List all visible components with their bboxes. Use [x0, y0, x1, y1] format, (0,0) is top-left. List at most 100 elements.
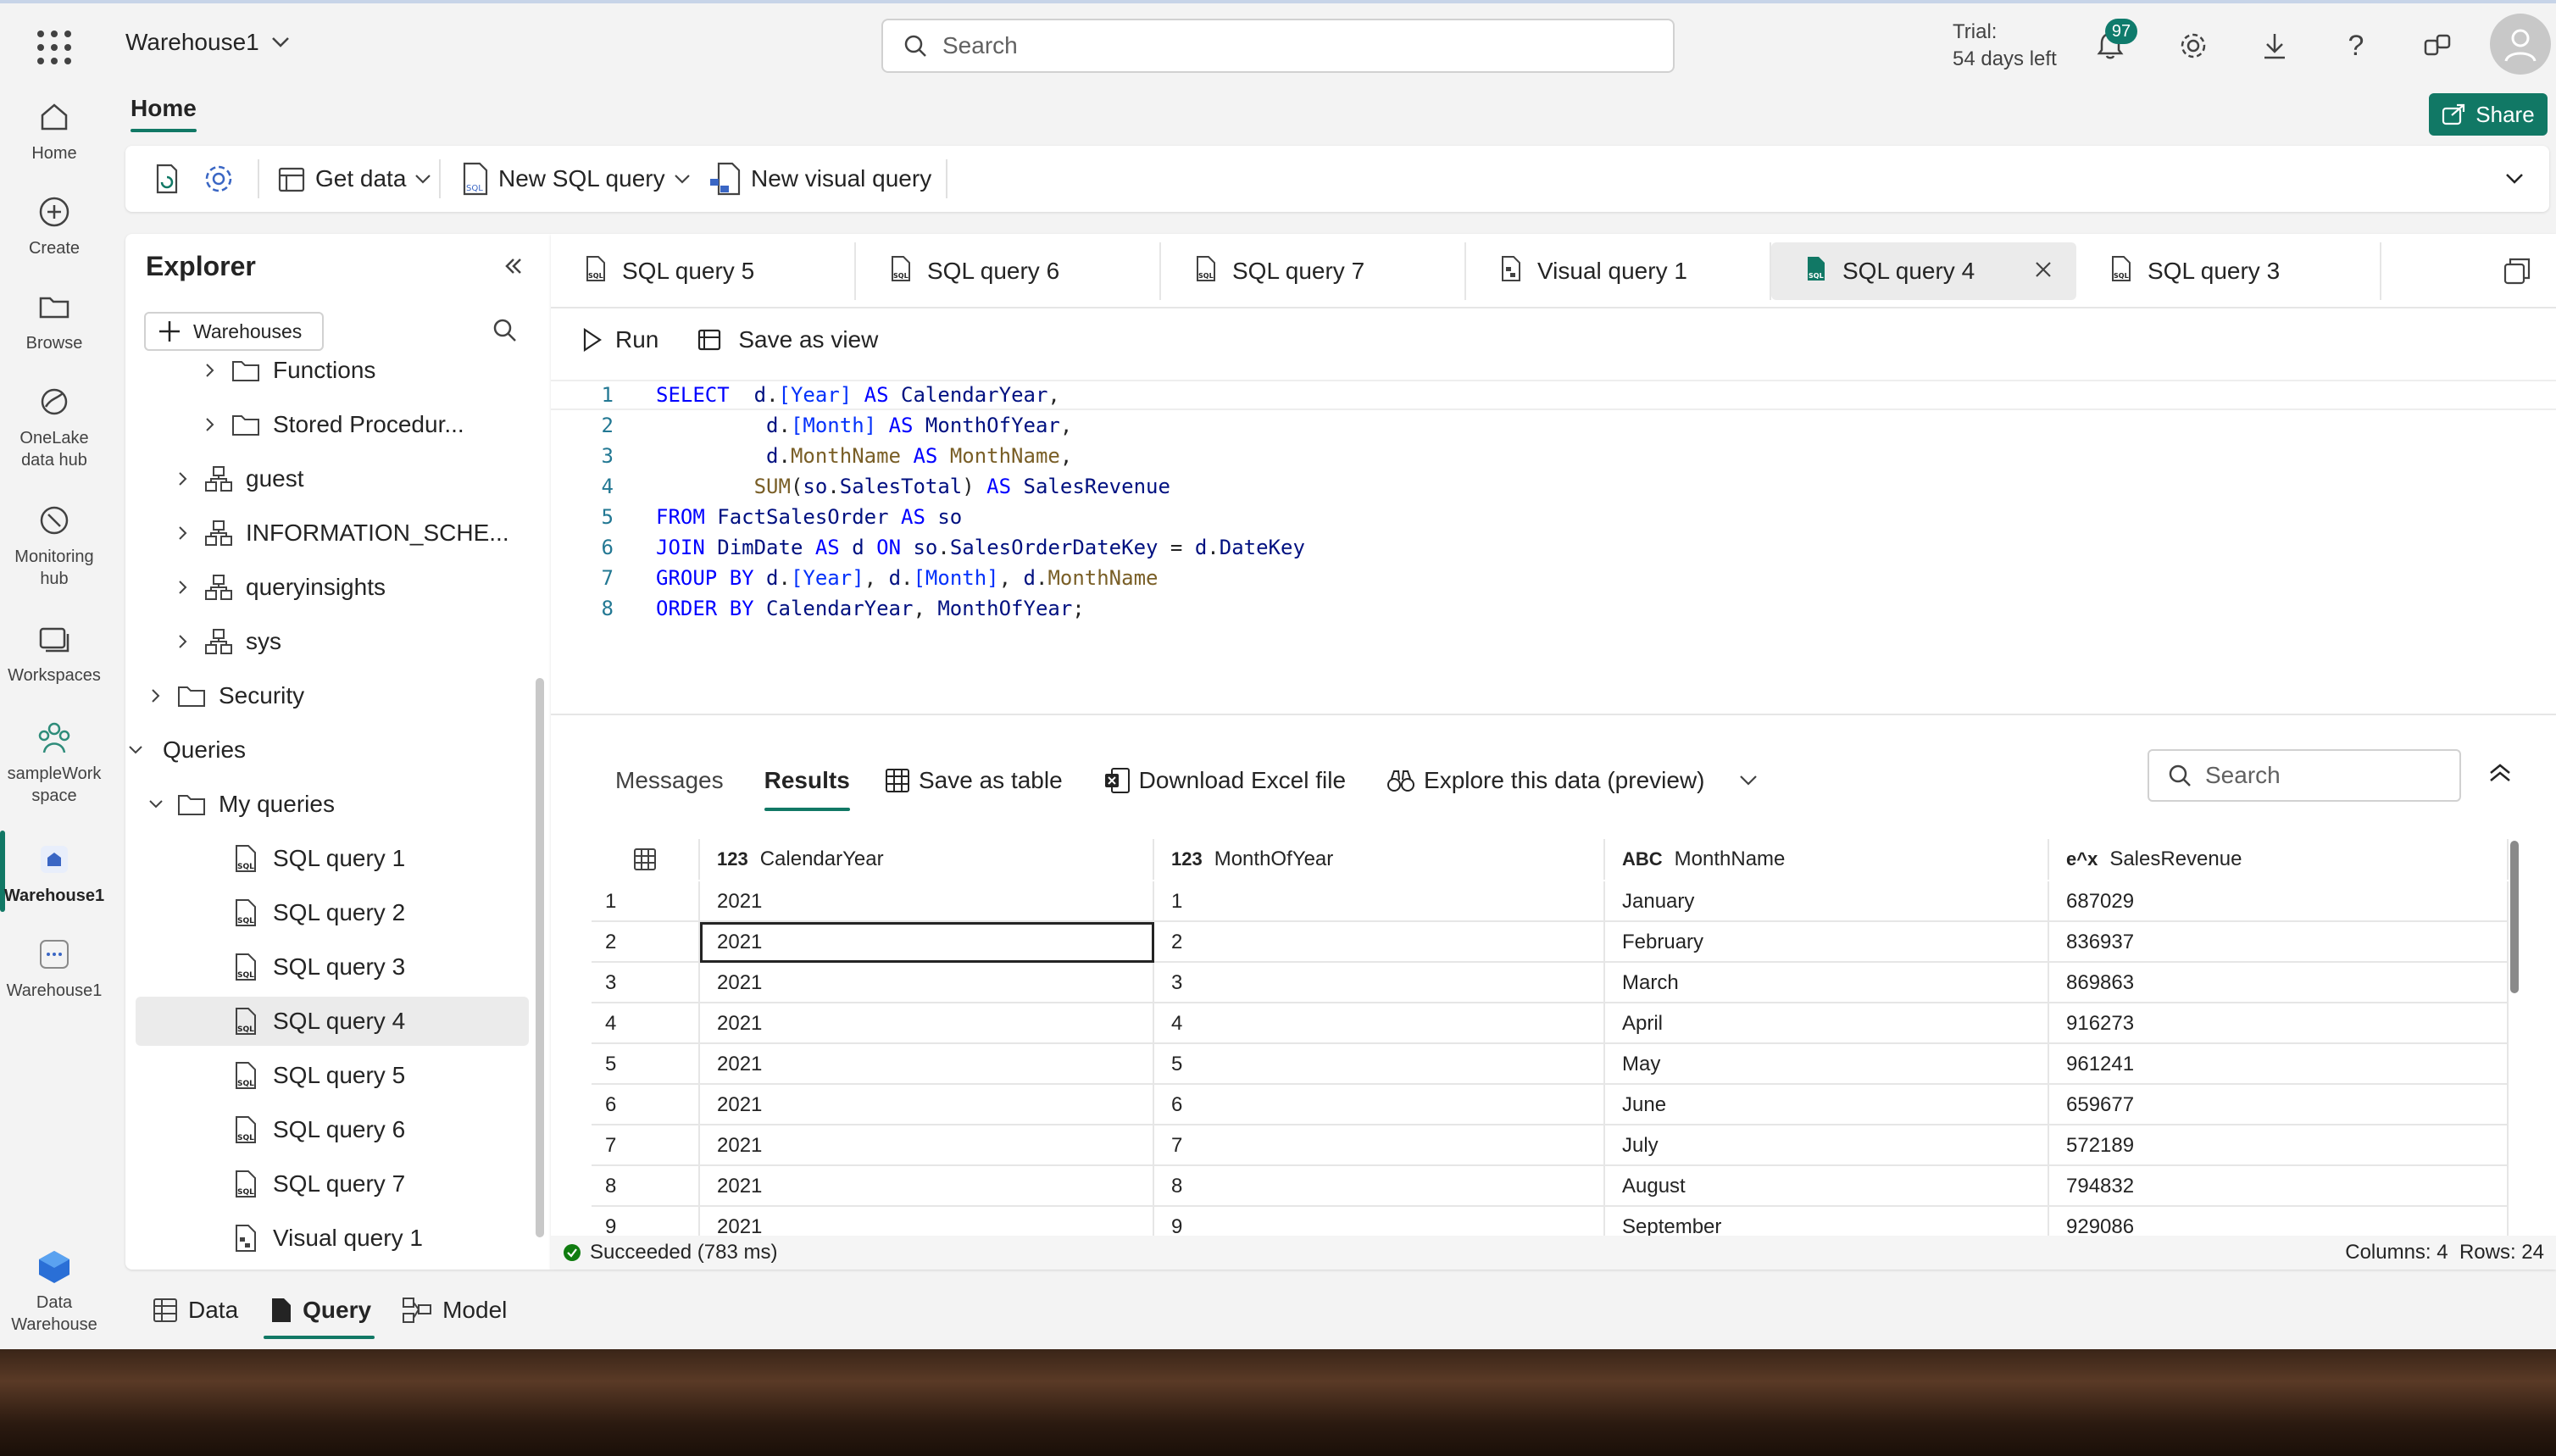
tab-messages[interactable]: Messages [615, 767, 724, 794]
tab-sql-query-7[interactable]: SQL SQL query 7 [1161, 242, 1466, 300]
chevron-right-icon[interactable] [146, 688, 166, 703]
tab-sql-query-4[interactable]: SQL SQL query 4 [1771, 242, 2076, 300]
tree-item-sys[interactable]: sys [125, 617, 532, 666]
table-cell[interactable]: 2021 [700, 1125, 1154, 1166]
feedback-icon[interactable] [2419, 27, 2456, 64]
table-cell[interactable]: 2021 [700, 1044, 1154, 1085]
table-row[interactable]: 1 2021 1 January 687029 [592, 881, 2509, 922]
tree-item-stored-procedur[interactable]: Stored Procedur... [125, 400, 532, 449]
editor-results-splitter[interactable] [551, 714, 2556, 715]
chevron-right-icon[interactable] [173, 580, 193, 595]
user-avatar[interactable] [2490, 14, 2551, 75]
results-scrollbar[interactable] [2510, 841, 2519, 993]
save-as-view-button[interactable]: Save as view [697, 326, 878, 353]
row-number-cell[interactable]: 8 [592, 1166, 700, 1207]
new-visual-query-button[interactable]: New visual query [708, 146, 931, 212]
table-cell[interactable]: 2021 [700, 1003, 1154, 1044]
table-cell[interactable]: 687029 [2049, 881, 2509, 922]
table-cell[interactable]: January [1605, 881, 2049, 922]
rail-workspaces[interactable]: Workspaces [0, 619, 108, 686]
table-cell[interactable]: 8 [1154, 1166, 1605, 1207]
tree-item-sql-query-4[interactable]: SQL SQL query 4 [136, 997, 529, 1046]
tree-item-information-sche[interactable]: INFORMATION_SCHE... [125, 508, 532, 558]
table-row[interactable]: 4 2021 4 April 916273 [592, 1003, 2509, 1044]
tree-item-functions[interactable]: Functions [125, 353, 532, 395]
table-cell[interactable]: 1 [1154, 881, 1605, 922]
table-cell[interactable]: 3 [1154, 963, 1605, 1003]
tree-item-guest[interactable]: guest [125, 454, 532, 503]
collapse-results-icon[interactable] [2488, 763, 2512, 787]
chevron-right-icon[interactable] [200, 417, 220, 432]
help-icon[interactable]: ? [2337, 27, 2375, 64]
tree-item-sql-query-5[interactable]: SQL SQL query 5 [125, 1051, 532, 1100]
table-row[interactable]: 5 2021 5 May 961241 [592, 1044, 2509, 1085]
refresh-button[interactable] [149, 146, 183, 212]
tab-sql-query-5[interactable]: SQL SQL query 5 [551, 242, 856, 300]
table-cell[interactable]: 2 [1154, 922, 1605, 963]
tree-item-my-queries[interactable]: My queries [125, 780, 532, 829]
column-header-monthname[interactable]: ABC MonthName [1605, 839, 2049, 880]
table-cell[interactable]: February [1605, 922, 2049, 963]
table-row[interactable]: 8 2021 8 August 794832 [592, 1166, 2509, 1207]
tree-item-sql-query-2[interactable]: SQL SQL query 2 [125, 888, 532, 937]
chevron-down-icon[interactable] [146, 797, 166, 812]
row-number-cell[interactable]: 2 [592, 922, 700, 963]
select-all-cell[interactable] [592, 839, 700, 880]
close-tab-icon[interactable] [2034, 258, 2053, 285]
table-cell[interactable]: March [1605, 963, 2049, 1003]
collapse-pane-icon[interactable] [502, 254, 525, 282]
new-sql-query-button[interactable]: SQL New SQL query [459, 146, 691, 212]
table-cell[interactable]: June [1605, 1085, 2049, 1125]
tab-data[interactable]: Data [153, 1278, 238, 1342]
download-icon[interactable] [2256, 27, 2293, 64]
share-button[interactable]: Share [2429, 93, 2548, 136]
table-cell[interactable]: 2021 [700, 1166, 1154, 1207]
tree-item-queries[interactable]: Queries [125, 725, 532, 775]
explorer-search-icon[interactable] [492, 317, 519, 348]
table-cell[interactable]: May [1605, 1044, 2049, 1085]
rail-sample-workspace[interactable]: sampleWork space [0, 717, 108, 807]
global-search-input[interactable]: Search [881, 19, 1675, 73]
tree-item-sql-query-7[interactable]: SQL SQL query 7 [125, 1159, 532, 1209]
ribbon-tab-home[interactable]: Home [131, 95, 197, 122]
ribbon-expand-button[interactable] [2505, 146, 2524, 212]
tab-sql-query-3[interactable]: SQL SQL query 3 [2076, 242, 2381, 300]
table-cell[interactable]: 836937 [2049, 922, 2509, 963]
table-row[interactable]: 2 2021 2 February 836937 [592, 922, 2509, 963]
chevron-right-icon[interactable] [173, 634, 193, 649]
rail-warehouse1-active[interactable]: Warehouse1 [0, 839, 108, 907]
tree-item-visual-query-1[interactable]: Visual query 1 [125, 1214, 532, 1263]
download-excel-button[interactable]: Download Excel file [1103, 767, 1346, 794]
table-row[interactable]: 6 2021 6 June 659677 [592, 1085, 2509, 1125]
rail-monitoring[interactable]: Monitoring hub [0, 500, 108, 590]
column-header-calendaryear[interactable]: 123 CalendarYear [700, 839, 1154, 880]
tab-model[interactable]: Model [402, 1278, 507, 1342]
table-cell[interactable]: 6 [1154, 1085, 1605, 1125]
rail-browse[interactable]: Browse [0, 286, 108, 354]
rail-create[interactable]: Create [0, 192, 108, 259]
row-number-cell[interactable]: 6 [592, 1085, 700, 1125]
table-cell[interactable]: 659677 [2049, 1085, 2509, 1125]
settings-button[interactable] [202, 146, 236, 212]
table-cell[interactable]: April [1605, 1003, 2049, 1044]
results-search-input[interactable]: Search [2148, 749, 2461, 802]
rail-warehouse1[interactable]: Warehouse1 [0, 934, 108, 1002]
column-header-salesrevenue[interactable]: e^x SalesRevenue [2049, 839, 2509, 880]
table-row[interactable]: 7 2021 7 July 572189 [592, 1125, 2509, 1166]
table-cell[interactable]: July [1605, 1125, 2049, 1166]
tree-item-sql-query-1[interactable]: SQL SQL query 1 [125, 834, 532, 883]
table-cell[interactable]: 961241 [2049, 1044, 2509, 1085]
row-number-cell[interactable]: 1 [592, 881, 700, 922]
table-cell[interactable]: 5 [1154, 1044, 1605, 1085]
get-data-button[interactable]: Get data [276, 146, 431, 212]
tab-query[interactable]: Query [264, 1278, 375, 1342]
table-row[interactable]: 3 2021 3 March 869863 [592, 963, 2509, 1003]
tree-item-sql-query-3[interactable]: SQL SQL query 3 [125, 942, 532, 992]
run-button[interactable]: Run [581, 326, 658, 353]
chevron-right-icon[interactable] [200, 363, 220, 378]
tree-item-sql-query-6[interactable]: SQL SQL query 6 [125, 1105, 532, 1154]
row-number-cell[interactable]: 4 [592, 1003, 700, 1044]
table-cell[interactable]: 7 [1154, 1125, 1605, 1166]
table-cell[interactable]: 2021 [700, 881, 1154, 922]
tab-results[interactable]: Results [764, 767, 850, 811]
